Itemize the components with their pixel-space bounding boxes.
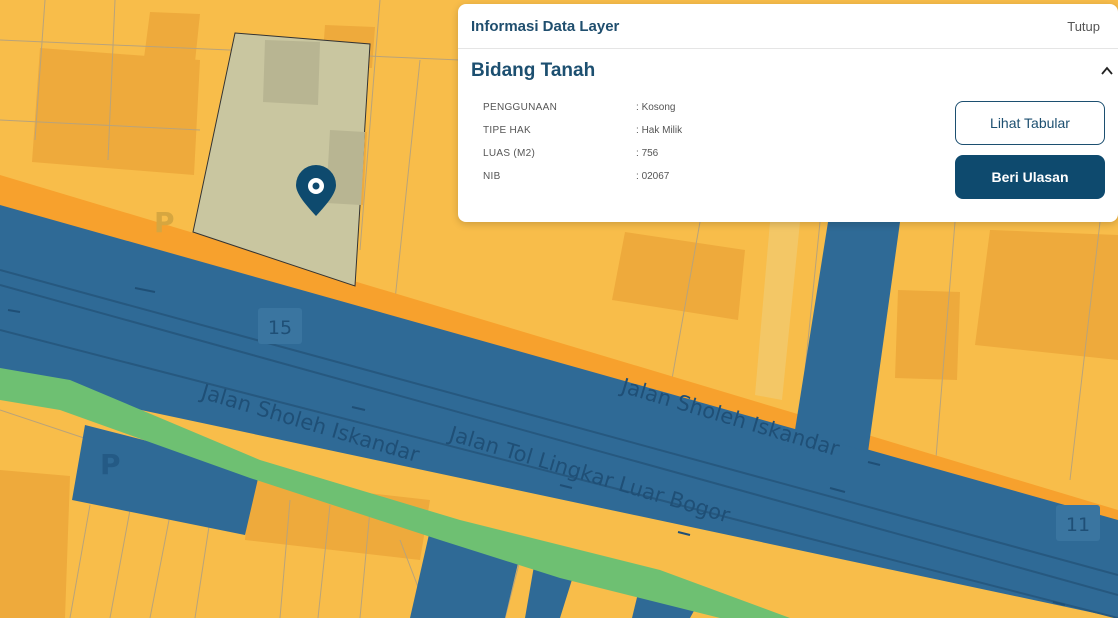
attribute-label: LUAS (M2) (483, 148, 536, 159)
route-number-15: 15 (268, 317, 292, 339)
close-button[interactable]: Tutup (1067, 19, 1100, 34)
attribute-label: NIB (483, 171, 501, 182)
attribute-value: 756 (636, 148, 659, 159)
attribute-value: 02067 (636, 171, 670, 182)
attribute-value: Hak Milik (636, 125, 683, 136)
chevron-up-icon[interactable] (1100, 64, 1114, 78)
section-title: Bidang Tanah (471, 60, 596, 81)
view-tabular-button[interactable]: Lihat Tabular (955, 101, 1105, 145)
panel-title: Informasi Data Layer (471, 18, 620, 35)
route-number-11: 11 (1066, 514, 1090, 536)
attribute-label: PENGGUNAAN (483, 102, 558, 113)
give-review-button[interactable]: Beri Ulasan (955, 155, 1105, 199)
selected-parcel-building (263, 40, 320, 105)
attribute-value: Kosong (636, 102, 676, 113)
attribute-row: LUAS (M2) 756 (483, 148, 783, 171)
route-shield-11: 11 (1056, 505, 1100, 541)
attribute-row: NIB 02067 (483, 171, 783, 194)
attribute-row: TIPE HAK Hak Milik (483, 125, 783, 148)
panel-header: Informasi Data Layer Tutup (458, 4, 1118, 49)
route-shield-15: 15 (258, 308, 302, 344)
layer-info-panel: Informasi Data Layer Tutup Bidang Tanah … (458, 4, 1118, 222)
parking-symbol-north: P (154, 206, 175, 239)
attribute-row: PENGGUNAAN Kosong (483, 102, 783, 125)
attribute-list: PENGGUNAAN Kosong TIPE HAK Hak Milik LUA… (483, 102, 783, 194)
attribute-label: TIPE HAK (483, 125, 531, 136)
parking-symbol-south: P (100, 448, 121, 481)
